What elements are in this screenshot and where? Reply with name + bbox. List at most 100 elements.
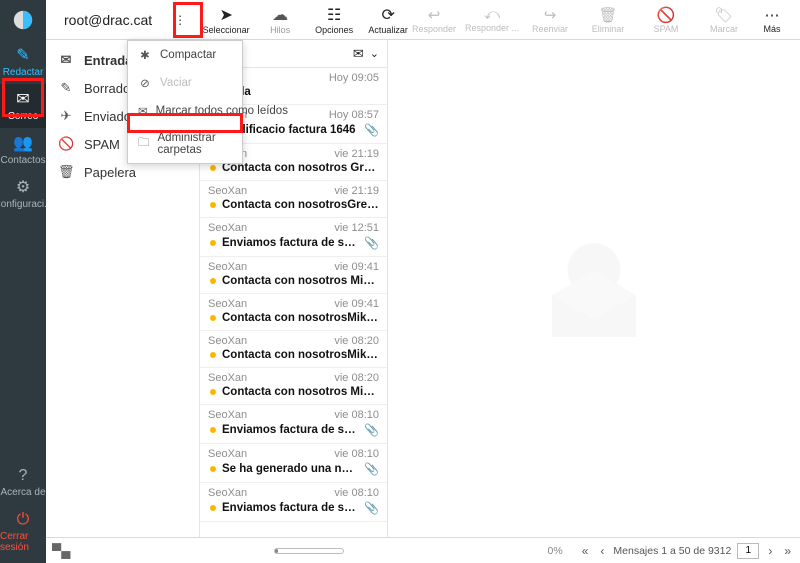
more-button[interactable]: ⋯Más: [754, 6, 790, 34]
threads-button[interactable]: ☁Hilos: [254, 5, 306, 35]
reply-button[interactable]: ↩Responder: [406, 6, 462, 34]
unread-dot-icon: [210, 427, 216, 433]
first-page-button[interactable]: «: [579, 544, 592, 558]
quota-pct: 0%: [548, 545, 563, 557]
contacts-icon: 👥: [13, 136, 33, 152]
contacts-label: Contactos: [0, 155, 45, 166]
unread-dot-icon: [210, 165, 216, 171]
list-mode-icon[interactable]: ✉: [353, 46, 364, 62]
page-input[interactable]: [737, 543, 759, 559]
mail-icon: ✉: [16, 92, 29, 108]
kebab-icon: ⋮: [174, 13, 186, 27]
unread-dot-icon: [210, 352, 216, 358]
about-nav[interactable]: ? Acerca de: [0, 460, 46, 504]
folder-menu-button[interactable]: ⋮: [168, 8, 192, 32]
message-sender: SeoXan: [208, 261, 247, 273]
attachment-icon: 📎: [364, 123, 379, 137]
message-item[interactable]: SeoXanvie 21:19Contacta con nosotrosGreg…: [200, 181, 387, 218]
attachment-icon: 📎: [364, 236, 379, 250]
message-subject: Enviamos factura de su pedido 16...: [222, 502, 358, 514]
more-icon: ⋯: [765, 6, 780, 24]
message-time: vie 21:19: [334, 185, 379, 197]
sliders-icon: ☷: [327, 5, 341, 25]
attachment-icon: 📎: [364, 462, 379, 476]
settings-label: Configuraci...: [0, 199, 52, 210]
list-mode-caret-icon[interactable]: ⌄: [370, 47, 379, 60]
compact-item[interactable]: ✱Compactar: [128, 41, 242, 69]
message-sender: SeoXan: [208, 335, 247, 347]
forward-icon: ↪: [544, 6, 557, 24]
account-email[interactable]: root@drac.cat: [64, 12, 162, 28]
message-sender: SeoXan: [208, 487, 247, 499]
message-item[interactable]: SeoXanvie 08:20Contacta con nosotros Mik…: [200, 368, 387, 405]
message-item[interactable]: SeoXanvie 08:10Se ha generado una nueva …: [200, 444, 387, 483]
threads-icon: ☁: [272, 5, 288, 25]
reply-icon: ↩: [428, 6, 441, 24]
logout-button[interactable]: ⏻ Cerrar sesión: [0, 504, 46, 563]
empty-icon: ⊘: [138, 76, 152, 90]
replyall-button[interactable]: ⤺Responder ...: [464, 6, 520, 33]
gear-icon: ⚙: [16, 180, 30, 196]
message-time: Hoy 08:57: [329, 109, 379, 121]
message-sender: SeoXan: [208, 448, 247, 460]
message-time: vie 21:19: [334, 148, 379, 160]
compact-icon: ✱: [138, 48, 152, 62]
cursor-icon: ➤: [219, 5, 232, 25]
forward-button[interactable]: ↪Reenviar: [522, 6, 578, 34]
folder-item-label: Papelera: [84, 165, 136, 180]
manage-folders-item[interactable]: 🗀Administrar carpetas: [128, 125, 242, 163]
message-item[interactable]: SeoXanvie 09:41Contacta con nosotrosMike…: [200, 294, 387, 331]
contacts-nav[interactable]: 👥 Contactos: [0, 128, 46, 172]
message-item[interactable]: SeoXanvie 08:10Enviamos factura de su pe…: [200, 405, 387, 444]
message-time: vie 12:51: [334, 222, 379, 234]
spam-icon: 🚫: [657, 6, 676, 24]
message-item[interactable]: SeoXan vie 09:41 Contacta con nosotros Mik…: [200, 257, 387, 294]
spam-button[interactable]: 🚫SPAM: [638, 6, 694, 34]
message-subject: Enviamos factura de su pedido 16...: [222, 237, 358, 249]
attachment-icon: 📎: [364, 501, 379, 515]
mail-nav[interactable]: ✉ Correo: [0, 84, 46, 128]
mail-label: Correo: [8, 111, 39, 122]
about-label: Acerca de: [0, 487, 45, 498]
replyall-icon: ⤺: [484, 6, 500, 23]
unread-dot-icon: [210, 505, 216, 511]
select-button[interactable]: ➤Seleccionar: [200, 5, 252, 35]
unread-dot-icon: [210, 240, 216, 246]
options-button[interactable]: ☷Opciones: [308, 5, 360, 35]
empty-item[interactable]: ⊘Vaciar: [128, 69, 242, 97]
power-icon: ⏻: [17, 512, 30, 528]
folder-item-icon: ✈: [58, 108, 74, 124]
quota-bar: [274, 548, 344, 554]
logout-label: Cerrar sesión: [0, 531, 46, 553]
delete-button[interactable]: 🗑Eliminar: [580, 6, 636, 34]
settings-nav[interactable]: ⚙ Configuraci...: [0, 172, 46, 216]
unread-dot-icon: [210, 315, 216, 321]
message-time: vie 08:10: [334, 409, 379, 421]
preview-pane: [388, 40, 800, 537]
attachment-icon: 📎: [364, 423, 379, 437]
message-sender: SeoXan: [208, 372, 247, 384]
folder-item-label: Entrada: [84, 53, 132, 68]
mark-button[interactable]: 🏷Marcar: [696, 6, 752, 34]
message-item[interactable]: SeoXanvie 08:20Contacta con nosotrosMike…: [200, 331, 387, 368]
message-item[interactable]: SeoXanvie 08:10Enviamos factura de su pe…: [200, 483, 387, 522]
compose-label: Redactar: [3, 67, 44, 78]
message-time: Hoy 09:05: [329, 72, 379, 84]
folder-item-icon: 🗑: [58, 164, 74, 180]
compose-button[interactable]: ✎ Redactar: [0, 40, 46, 84]
app-logo: [0, 0, 46, 40]
message-time: vie 09:41: [334, 261, 379, 273]
markread-item[interactable]: ✉Marcar todos como leídos: [128, 97, 242, 125]
last-page-button[interactable]: »: [781, 544, 794, 558]
message-subject: Contacta con nosotrosMike Nathan: [222, 312, 379, 324]
message-item[interactable]: SeoXan vie 12:51 Enviamos factura de su pe…: [200, 218, 387, 257]
message-time: vie 08:10: [334, 448, 379, 460]
message-subject: Contacta con nosotros Mike Nath...: [222, 275, 379, 287]
next-page-button[interactable]: ›: [765, 544, 775, 558]
message-subject: Contacta con nosotros Mike Brooks: [222, 386, 379, 398]
message-sender: SeoXan: [208, 222, 247, 234]
message-subject: Contacta con nosotrosMike Brooks: [222, 349, 379, 361]
prev-page-button[interactable]: ‹: [597, 544, 607, 558]
folder-item-icon: ✎: [58, 80, 74, 96]
empty-mail-icon: [534, 229, 654, 349]
